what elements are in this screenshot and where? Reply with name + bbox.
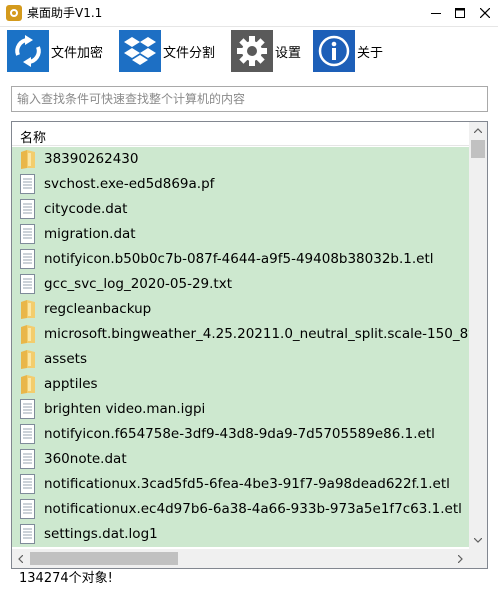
list-item[interactable]: notificationux.3cad5fd5-6fea-4be3-91f7-9… [12,472,469,497]
list-item-name: brighten video.man.igpi [44,401,206,417]
about-button[interactable]: 关于 [313,30,383,72]
close-button[interactable] [473,2,497,24]
file-icon [19,499,37,520]
maximize-icon [455,8,465,18]
name-column-header[interactable]: 名称 [12,122,469,146]
app-icon [6,5,22,21]
minimize-icon [431,13,441,14]
file-icon [19,174,37,195]
folder-icon [19,374,37,395]
title-bar: 桌面助手V1.1 [0,0,498,27]
list-item[interactable]: notifyicon.f654758e-3df9-43d8-9da9-7d570… [12,422,469,447]
list-item[interactable]: 38390262430 [12,147,469,172]
list-item[interactable]: regcleanbackup [12,297,469,322]
list-item-name: notifyicon.f654758e-3df9-43d8-9da9-7d570… [44,426,435,442]
list-item[interactable]: brighten video.man.igpi [12,397,469,422]
list-item-name: microsoft.bingweather_4.25.20211.0_neutr… [44,326,469,342]
file-list: 名称 38390262430 svchost.exe-ed5d869a.pf cit… [11,121,488,569]
list-item-name: gcc_svc_log_2020-05-29.txt [44,276,233,292]
vertical-scrollbar[interactable] [469,122,487,549]
folder-icon [19,299,37,320]
list-item-name: notifyicon.b50b0c7b-087f-4644-a9f5-49408… [44,251,434,267]
list-item-name: apptiles [44,376,98,392]
list-item[interactable]: notifyicon.b50b0c7b-087f-4644-a9f5-49408… [12,247,469,272]
list-item[interactable]: assets [12,347,469,372]
sync-arrows-icon [7,30,49,72]
folder-icon [19,149,37,170]
status-text: 134274个对象! [19,571,113,586]
folder-icon [19,324,37,345]
toolbar: 文件加密 文件分割 设置 关于 [0,28,498,76]
window-title: 桌面助手V1.1 [27,6,103,20]
file-icon [19,199,37,220]
search-box [11,86,488,112]
list-item[interactable]: settings.dat.log1 [12,522,469,547]
vertical-scroll-thumb[interactable] [471,140,485,158]
list-item[interactable]: microsoft.bingweather_4.25.20211.0_neutr… [12,322,469,347]
scroll-down-button[interactable] [469,532,487,549]
list-item-name: citycode.dat [44,201,128,217]
list-item-name: 360note.dat [44,451,127,467]
file-split-button[interactable]: 文件分割 [119,30,215,72]
chevron-up-icon [474,128,482,133]
horizontal-scrollbar[interactable] [12,549,469,568]
list-item-name: 38390262430 [44,151,139,167]
list-item-name: svchost.exe-ed5d869a.pf [44,176,215,192]
folder-icon [19,349,37,370]
file-icon [19,524,37,545]
file-icon [19,224,37,245]
file-icon [19,449,37,470]
info-icon [313,30,355,72]
file-split-label: 文件分割 [163,45,216,61]
horizontal-scroll-thumb[interactable] [30,552,178,565]
settings-label: 设置 [275,45,302,61]
scroll-up-button[interactable] [469,122,487,139]
list-item-name: regcleanbackup [44,301,152,317]
list-item[interactable]: notificationux.ec4d97b6-6a38-4a66-933b-9… [12,497,469,522]
list-item[interactable]: 360note.dat [12,447,469,472]
search-input[interactable] [12,87,487,111]
file-encrypt-label: 文件加密 [51,45,104,61]
list-item[interactable]: citycode.dat [12,197,469,222]
minimize-button[interactable] [424,2,448,24]
file-icon [19,249,37,270]
file-encrypt-button[interactable]: 文件加密 [7,30,103,72]
list-item-name: notificationux.3cad5fd5-6fea-4be3-91f7-9… [44,476,450,492]
chevron-down-icon [474,538,482,543]
list-item[interactable]: svchost.exe-ed5d869a.pf [12,172,469,197]
maximize-button[interactable] [448,2,472,24]
list-item-name: migration.dat [44,226,136,242]
list-item[interactable]: apptiles [12,372,469,397]
file-icon [19,424,37,445]
gear-icon [231,30,273,72]
scroll-left-button[interactable] [12,549,29,568]
dropbox-icon [119,30,161,72]
list-item[interactable]: migration.dat [12,222,469,247]
list-item-name: assets [44,351,87,367]
scrollbar-corner [469,549,487,568]
scroll-right-button[interactable] [452,549,469,568]
list-item-name: notificationux.ec4d97b6-6a38-4a66-933b-9… [44,501,462,517]
file-list-rows: 38390262430 svchost.exe-ed5d869a.pf cityco… [12,147,469,549]
file-icon [19,399,37,420]
name-column-label: 名称 [20,131,47,146]
settings-button[interactable]: 设置 [231,30,301,72]
about-label: 关于 [357,45,384,61]
file-icon [19,274,37,295]
chevron-right-icon [458,554,463,563]
chevron-left-icon [18,554,23,563]
file-icon [19,474,37,495]
close-icon [480,8,490,18]
list-item-name: settings.dat.log1 [44,526,158,542]
list-item[interactable]: gcc_svc_log_2020-05-29.txt [12,272,469,297]
